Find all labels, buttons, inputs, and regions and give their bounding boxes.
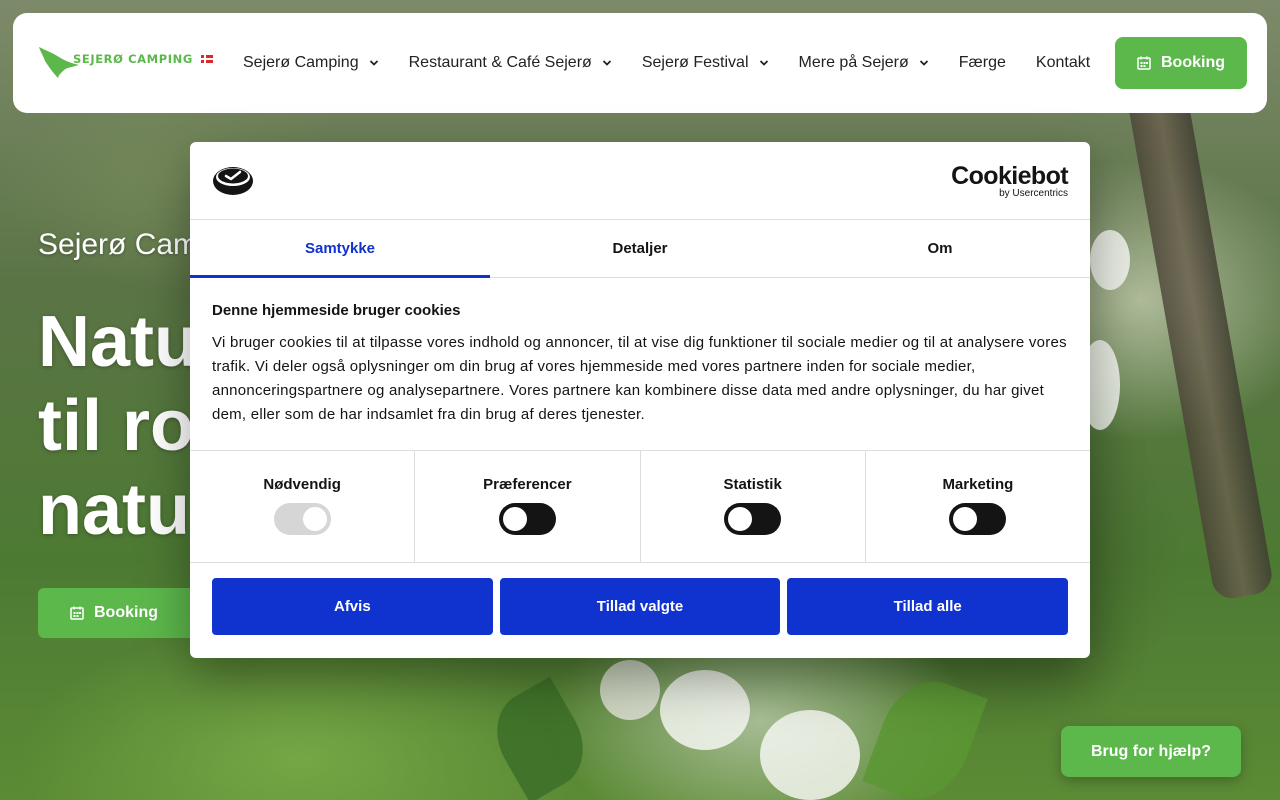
dialog-heading: Denne hjemmeside bruger cookies (212, 302, 461, 319)
toggle-group-marketing: Marketing (866, 451, 1090, 562)
cookiebot-by: by Usercentrics (999, 188, 1068, 199)
nav-item-mere[interactable]: Mere på Sejerø (799, 54, 929, 72)
nav-item-label: Kontakt (1035, 54, 1091, 71)
hero-booking-label: Booking (94, 604, 158, 621)
toggle-group-statistics: Statistik (641, 451, 866, 562)
calendar-icon (70, 606, 84, 620)
help-button[interactable]: Brug for hjælp? (1061, 726, 1241, 777)
necessary-toggle (273, 503, 331, 535)
cookiebot-logo-icon (213, 167, 253, 195)
chevron-down-icon (369, 60, 378, 66)
toggle-label: Nødvendig (263, 476, 341, 493)
nav-item-restaurant[interactable]: Restaurant & Café Sejerø (409, 54, 612, 72)
nav-item-kontakt[interactable]: Kontakt (1036, 54, 1090, 72)
hero-title-line: Natu (38, 302, 198, 382)
cookiebot-brand[interactable]: Cookiebot by Usercentrics (951, 162, 1068, 199)
dialog-header: Cookiebot by Usercentrics (190, 142, 1090, 220)
chevron-down-icon (759, 60, 768, 66)
nav-booking-label: Booking (1161, 54, 1225, 71)
hero-booking-button[interactable]: Booking (38, 588, 190, 638)
nav-item-festival[interactable]: Sejerø Festival (642, 54, 769, 72)
tab-samtykke[interactable]: Samtykke (190, 220, 490, 278)
hero-title: Natu til ro natu (38, 300, 198, 552)
allow-selected-button[interactable]: Tillad valgte (499, 578, 781, 635)
toggle-label: Marketing (942, 476, 1014, 493)
nav-item-label: Færge (958, 54, 1006, 71)
cookie-consent-dialog: Cookiebot by Usercentrics Samtykke Detal… (190, 142, 1090, 658)
dialog-actions: Afvis Tillad valgte Tillad alle (190, 563, 1090, 650)
hero-subtitle: Sejerø Cam (38, 228, 199, 261)
top-navbar: SEJERØ CAMPING Sejerø Camping Restaurant… (13, 13, 1267, 113)
chevron-down-icon (602, 60, 611, 66)
nav-item-label: Sejerø Festival (641, 54, 749, 71)
dialog-tabs: Samtykke Detaljer Om (190, 220, 1090, 278)
dialog-body: Denne hjemmeside bruger cookies Vi bruge… (190, 278, 1090, 451)
tab-om[interactable]: Om (790, 220, 1090, 277)
toggle-label: Statistik (723, 476, 782, 493)
nav-item-label: Sejerø Camping (243, 54, 359, 71)
consent-toggles: Nødvendig Præferencer Statistik Marketin… (190, 451, 1090, 563)
nav-item-faerge[interactable]: Færge (959, 54, 1006, 72)
site-logo[interactable]: SEJERØ CAMPING (37, 43, 217, 83)
tab-detaljer[interactable]: Detaljer (490, 220, 790, 277)
nav-item-label: Restaurant & Café Sejerø (408, 54, 592, 71)
toggle-group-necessary: Nødvendig (190, 451, 416, 562)
allow-all-button[interactable]: Tillad alle (787, 578, 1069, 635)
logo-text: SEJERØ CAMPING (73, 52, 193, 66)
chevron-down-icon (919, 60, 928, 66)
main-nav: Sejerø Camping Restaurant & Café Sejerø … (243, 13, 1120, 113)
hero-title-line: til ro (38, 386, 194, 466)
hero-title-line: natu (38, 470, 190, 550)
reject-button[interactable]: Afvis (212, 578, 493, 635)
marketing-toggle[interactable] (949, 503, 1007, 535)
toggle-label: Præferencer (483, 476, 572, 493)
toggle-group-preferences: Præferencer (415, 451, 641, 562)
dialog-text: Vi bruger cookies til at tilpasse vores … (212, 334, 1067, 423)
nav-item-sejero-camping[interactable]: Sejerø Camping (243, 54, 379, 72)
preferences-toggle[interactable] (498, 503, 556, 535)
cookiebot-name: Cookiebot (951, 162, 1068, 190)
nav-item-label: Mere på Sejerø (798, 54, 909, 71)
nav-booking-button[interactable]: Booking (1115, 37, 1247, 89)
calendar-icon (1137, 56, 1151, 70)
statistics-toggle[interactable] (724, 503, 782, 535)
danish-flag-icon (201, 55, 213, 63)
